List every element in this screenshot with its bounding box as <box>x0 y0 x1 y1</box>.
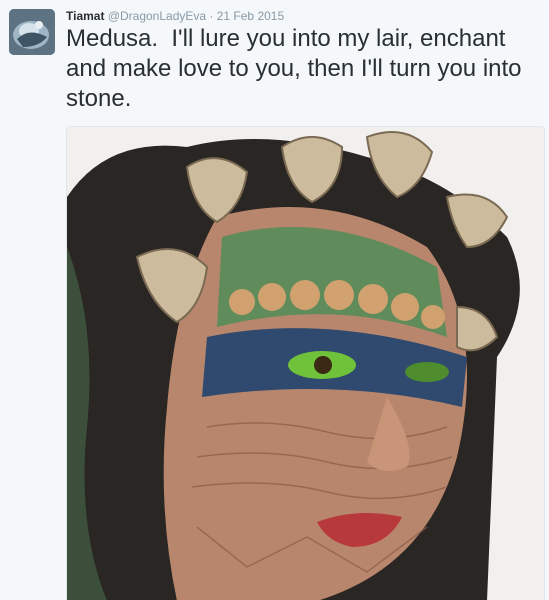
profile-avatar-image <box>9 9 55 55</box>
tweet-timestamp[interactable]: 21 Feb 2015 <box>217 9 284 23</box>
tweet[interactable]: Tiamat @DragonLadyEva · 21 Feb 2015 Medu… <box>0 0 549 600</box>
avatar[interactable] <box>9 9 55 55</box>
separator-dot: · <box>209 9 214 23</box>
tweet-header: Tiamat @DragonLadyEva · 21 Feb 2015 <box>66 9 284 23</box>
medusa-portrait-photo <box>67 127 544 600</box>
tweet-photo[interactable] <box>66 126 545 600</box>
tweet-text: Medusa. I'll lure you into my lair, ench… <box>66 25 529 112</box>
author-handle[interactable]: @DragonLadyEva <box>108 9 206 23</box>
author-display-name[interactable]: Tiamat <box>66 9 104 23</box>
